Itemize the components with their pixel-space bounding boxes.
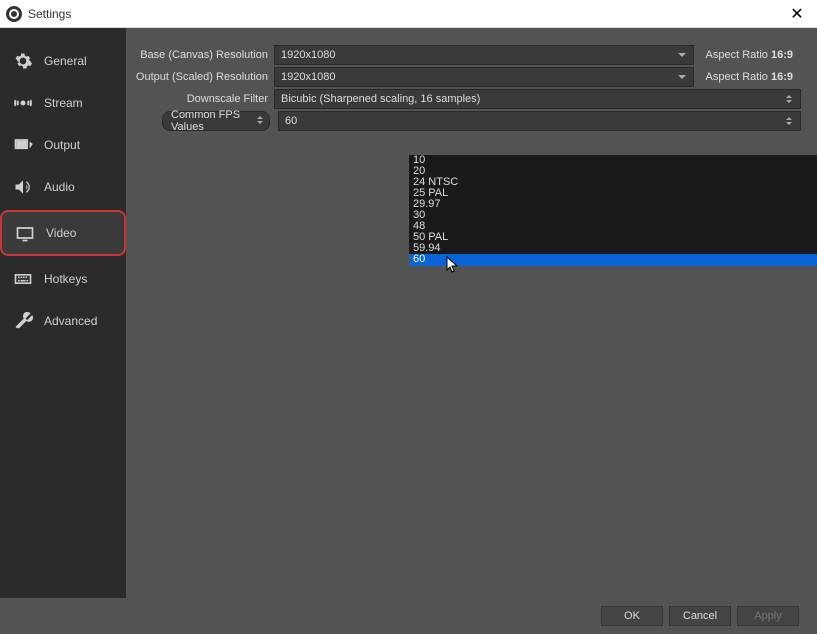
ok-button[interactable]: OK	[601, 606, 663, 626]
updown-icon	[782, 92, 796, 106]
window-title: Settings	[28, 7, 71, 21]
output-res-value: 1920x1080	[281, 71, 335, 83]
fps-value-select[interactable]: 60	[278, 111, 801, 131]
sidebar-item-label: Audio	[44, 180, 75, 194]
sidebar-item-label: Hotkeys	[44, 272, 87, 286]
close-icon[interactable]: ✕	[783, 4, 811, 24]
fps-dropdown[interactable]: 102024 NTSC25 PAL29.97304850 PAL59.9460	[408, 154, 817, 266]
base-res-label: Base (Canvas) Resolution	[126, 49, 274, 61]
downscale-select[interactable]: Bicubic (Sharpened scaling, 16 samples)	[274, 89, 801, 109]
updown-icon	[255, 115, 265, 128]
cancel-button[interactable]: Cancel	[669, 606, 731, 626]
fps-option[interactable]: 48	[409, 221, 817, 232]
fps-option[interactable]: 25 PAL	[409, 188, 817, 199]
fps-type-select[interactable]: Common FPS Values	[162, 111, 270, 131]
base-res-value: 1920x1080	[281, 49, 335, 61]
base-res-select[interactable]: 1920x1080	[274, 45, 694, 65]
downscale-value: Bicubic (Sharpened scaling, 16 samples)	[281, 93, 480, 105]
fps-option[interactable]: 24 NTSC	[409, 177, 817, 188]
updown-icon	[782, 114, 796, 128]
fps-value: 60	[285, 115, 297, 127]
fps-type-label: Common FPS Values	[171, 109, 255, 133]
fps-option[interactable]: 10	[409, 155, 817, 166]
sidebar-item-label: Video	[46, 226, 76, 240]
app-icon	[6, 6, 22, 22]
sidebar-item-audio[interactable]: Audio	[0, 166, 126, 208]
output-res-select[interactable]: 1920x1080	[274, 67, 694, 87]
fps-option[interactable]: 30	[409, 210, 817, 221]
titlebar: Settings ✕	[0, 0, 817, 28]
chevron-down-icon	[675, 70, 689, 84]
video-icon	[14, 222, 36, 244]
apply-button[interactable]: Apply	[737, 606, 799, 626]
sidebar-item-general[interactable]: General	[0, 40, 126, 82]
gear-icon	[12, 50, 34, 72]
fps-option[interactable]: 60	[409, 254, 817, 265]
fps-option[interactable]: 20	[409, 166, 817, 177]
fps-option[interactable]: 59.94	[409, 243, 817, 254]
keyboard-icon	[12, 268, 34, 290]
output-res-label: Output (Scaled) Resolution	[126, 71, 274, 83]
sidebar-item-stream[interactable]: Stream	[0, 82, 126, 124]
content-panel: Base (Canvas) Resolution 1920x1080 Aspec…	[126, 28, 817, 598]
fps-option[interactable]: 29.97	[409, 199, 817, 210]
sidebar-item-hotkeys[interactable]: Hotkeys	[0, 258, 126, 300]
output-icon	[12, 134, 34, 156]
downscale-label: Downscale Filter	[126, 93, 274, 105]
sidebar-item-label: Output	[44, 138, 80, 152]
sidebar-item-label: Advanced	[44, 314, 97, 328]
sidebar-item-video[interactable]: Video	[0, 210, 126, 256]
sidebar: General Stream Output Audio Video	[0, 28, 126, 598]
output-aspect-text: Aspect Ratio 16:9	[698, 71, 801, 83]
fps-option[interactable]: 50 PAL	[409, 232, 817, 243]
stream-icon	[12, 92, 34, 114]
audio-icon	[12, 176, 34, 198]
sidebar-item-label: General	[44, 54, 87, 68]
sidebar-item-output[interactable]: Output	[0, 124, 126, 166]
tools-icon	[12, 310, 34, 332]
footer: OK Cancel Apply	[0, 598, 817, 634]
sidebar-item-label: Stream	[44, 96, 83, 110]
sidebar-item-advanced[interactable]: Advanced	[0, 300, 126, 342]
base-aspect-text: Aspect Ratio 16:9	[698, 49, 801, 61]
chevron-down-icon	[675, 48, 689, 62]
